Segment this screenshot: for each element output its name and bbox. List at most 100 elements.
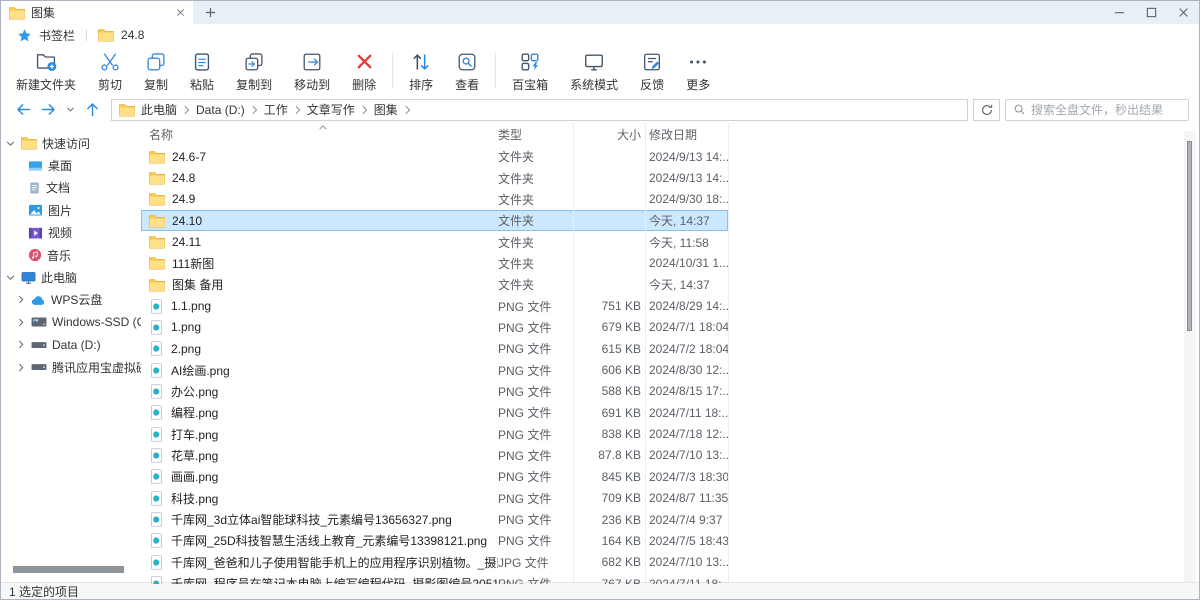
file-row[interactable]: 画画.pngPNG 文件845 KB2024/7/3 18:30 — [141, 466, 728, 487]
breadcrumb-segment[interactable]: 此电脑 — [139, 101, 179, 118]
file-type: PNG 文件 — [498, 404, 573, 421]
sidebar-item-videos-4[interactable]: 视频 — [1, 222, 141, 244]
tab-active[interactable]: 图集 — [1, 1, 193, 24]
file-row[interactable]: 千库网_爸爸和儿子使用智能手机上的应用程序识别植物。_摄影图编号1841217.… — [141, 552, 728, 573]
toolbar-move-to-button[interactable]: 移动到 — [283, 50, 341, 93]
file-date: 2024/7/10 13:... — [641, 448, 728, 462]
vertical-scrollbar-thumb[interactable] — [1187, 141, 1192, 331]
toolbar-paste-button[interactable]: 粘贴 — [179, 50, 225, 93]
file-row[interactable]: AI绘画.pngPNG 文件606 KB2024/8/30 12:... — [141, 359, 728, 380]
file-row[interactable]: 1.pngPNG 文件679 KB2024/7/1 18:04 — [141, 317, 728, 338]
breadcrumb-segment[interactable]: 文章写作 — [305, 101, 357, 118]
folder-row[interactable]: 111新图文件夹2024/10/31 1... — [141, 253, 728, 274]
refresh-button[interactable] — [973, 99, 1000, 121]
breadcrumb[interactable]: 此电脑 Data (D:) 工作文章写作图集 — [111, 99, 968, 121]
folder-row[interactable]: 24.10文件夹今天, 14:37 — [141, 210, 728, 231]
file-name: 科技.png — [149, 490, 498, 507]
chevron-down-icon[interactable] — [5, 274, 16, 281]
toolbar-delete-button[interactable]: 删除 — [341, 50, 387, 93]
sidebar-item-this-pc-6[interactable]: 此电脑 — [1, 266, 141, 288]
toolbar-cut-button[interactable]: 剪切 — [87, 50, 133, 93]
up-button[interactable] — [82, 101, 102, 118]
file-row[interactable]: 1.1.pngPNG 文件751 KB2024/8/29 14:... — [141, 295, 728, 316]
folder-row[interactable]: 24.11文件夹今天, 11:58 — [141, 231, 728, 252]
toolbar-system-mode-button[interactable]: 系统模式 — [559, 50, 629, 93]
file-type: 文件夹 — [498, 276, 573, 293]
sidebar-item-drive-windows-8[interactable]: Windows-SSD (C:) — [1, 311, 141, 333]
vertical-scrollbar[interactable] — [1184, 131, 1196, 582]
sidebar-horizontal-scrollbar[interactable] — [13, 566, 124, 573]
sidebar-item-label: 文档 — [46, 179, 70, 196]
chevron-right-icon[interactable] — [15, 363, 26, 372]
file-row[interactable]: 花草.pngPNG 文件87.8 KB2024/7/10 13:... — [141, 445, 728, 466]
list-header: 名称 类型 大小 修改日期 — [141, 123, 728, 146]
sidebar-item-folder-0[interactable]: 快速访问 — [1, 132, 141, 154]
folder-icon — [21, 136, 37, 150]
toolbar-copy-to-button[interactable]: 复制到 — [225, 50, 283, 93]
new-tab-button[interactable] — [193, 1, 227, 24]
file-row[interactable]: 打车.pngPNG 文件838 KB2024/7/18 12:... — [141, 423, 728, 444]
file-name: 千库网_3d立体ai智能球科技_元素编号13656327.png — [149, 511, 498, 528]
minimize-button[interactable] — [1103, 1, 1135, 24]
history-dropdown-icon[interactable] — [63, 104, 77, 115]
toolbar-new-folder-button[interactable]: 新建文件夹 — [5, 50, 87, 93]
file-row[interactable]: 科技.pngPNG 文件709 KB2024/8/7 11:35 — [141, 488, 728, 509]
forward-button[interactable] — [38, 101, 58, 118]
bookmark-item[interactable]: 24.8 — [121, 28, 144, 42]
sidebar-item-label: Windows-SSD (C:) — [52, 315, 141, 329]
sidebar-item-music-5[interactable]: 音乐 — [1, 244, 141, 266]
file-row[interactable]: 办公.pngPNG 文件588 KB2024/8/15 17:... — [141, 381, 728, 402]
file-row[interactable]: 千库网_3d立体ai智能球科技_元素编号13656327.pngPNG 文件23… — [141, 509, 728, 530]
sidebar-item-desktop-1[interactable]: 桌面 — [1, 154, 141, 176]
maximize-button[interactable] — [1135, 1, 1167, 24]
folder-row[interactable]: 24.6-7文件夹2024/9/13 14:... — [141, 146, 728, 167]
image-file-icon — [149, 384, 164, 399]
toolbar-sort-button[interactable]: 排序 — [398, 50, 444, 93]
toolbar-toolbox-button[interactable]: 百宝箱 — [501, 50, 559, 93]
more-icon — [687, 50, 709, 74]
file-date: 2024/7/11 18:... — [641, 577, 728, 584]
toolbar-copy-button[interactable]: 复制 — [133, 50, 179, 93]
toolbar-more-button[interactable]: 更多 — [675, 50, 721, 93]
chevron-right-icon[interactable] — [15, 340, 26, 349]
breadcrumb-segment[interactable]: 工作 — [262, 101, 290, 118]
sidebar-item-drive-10[interactable]: 腾讯应用宝虚拟磁盘 (T: — [1, 356, 141, 378]
folder-row[interactable]: 图集 备用文件夹今天, 14:37 — [141, 274, 728, 295]
folder-row[interactable]: 24.9文件夹2024/9/30 18:... — [141, 189, 728, 210]
column-header-date[interactable]: 修改日期 — [641, 126, 728, 143]
sidebar-item-cloud-7[interactable]: WPS云盘 — [1, 289, 141, 311]
chevron-right-icon[interactable] — [15, 295, 26, 304]
image-file-icon — [149, 555, 164, 570]
breadcrumb-segment[interactable]: 图集 — [372, 101, 400, 118]
file-type: PNG 文件 — [498, 532, 573, 549]
file-row[interactable]: 2.pngPNG 文件615 KB2024/7/2 18:04 — [141, 338, 728, 359]
toolbar-feedback-button[interactable]: 反馈 — [629, 50, 675, 93]
file-row[interactable]: 千库网_25D科技智慧生活线上教育_元素编号13398121.pngPNG 文件… — [141, 530, 728, 551]
tab-close-icon[interactable] — [176, 8, 185, 17]
search-input[interactable] — [1031, 103, 1181, 117]
bookmarks-label[interactable]: 书签栏 — [39, 27, 75, 44]
search-icon — [1013, 103, 1026, 116]
chevron-right-icon — [251, 105, 258, 115]
close-button[interactable] — [1167, 1, 1199, 24]
chevron-right-icon[interactable] — [15, 318, 26, 327]
toolbar-label: 反馈 — [640, 76, 664, 93]
folder-icon — [149, 150, 165, 164]
file-date: 2024/8/30 12:... — [641, 363, 728, 377]
sidebar-item-documents-2[interactable]: 文档 — [1, 177, 141, 199]
file-row[interactable]: 千库网_程序员在笔记本电脑上编写编程代码_摄影图编号20511911.pngPN… — [141, 573, 728, 584]
sidebar: 快速访问桌面文档图片视频音乐此电脑WPS云盘 Windows-SSD (C:) Da… — [1, 123, 141, 582]
file-row[interactable]: 编程.pngPNG 文件691 KB2024/7/11 18:... — [141, 402, 728, 423]
bookmarks-star-icon[interactable] — [17, 28, 32, 43]
file-size: 615 KB — [573, 342, 641, 356]
folder-row[interactable]: 24.8文件夹2024/9/13 14:... — [141, 167, 728, 188]
sidebar-item-drive-9[interactable]: Data (D:) — [1, 334, 141, 356]
sidebar-item-pictures-3[interactable]: 图片 — [1, 199, 141, 221]
chevron-down-icon[interactable] — [5, 140, 16, 147]
column-header-type[interactable]: 类型 — [498, 126, 573, 143]
copy-to-icon — [243, 50, 265, 74]
toolbar-view-button[interactable]: 查看 — [444, 50, 490, 93]
back-button[interactable] — [13, 101, 33, 118]
breadcrumb-segment[interactable]: Data (D:) — [194, 103, 247, 117]
column-header-size[interactable]: 大小 — [573, 126, 641, 143]
